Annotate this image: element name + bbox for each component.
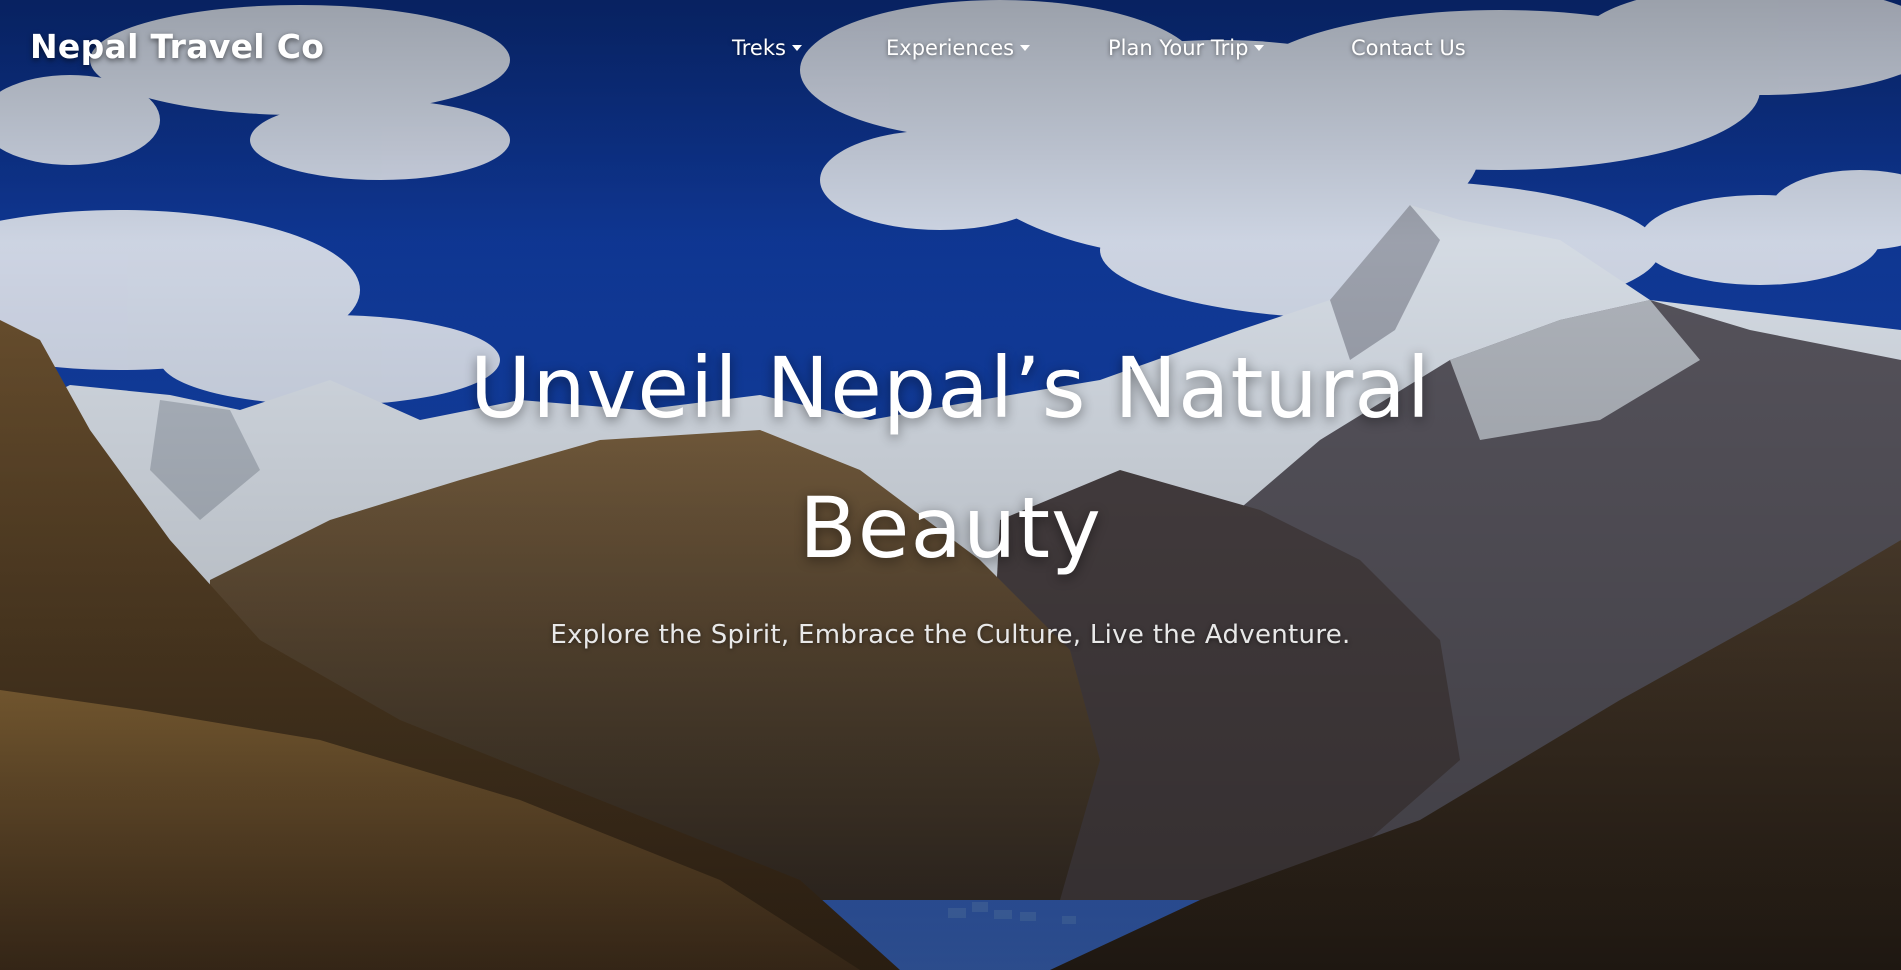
nav-item-contact-us[interactable]: Contact Us	[1351, 36, 1466, 60]
nav-item-label: Contact Us	[1351, 36, 1466, 60]
chevron-down-icon	[791, 45, 802, 51]
brand-logo-link[interactable]: Nepal Travel Co	[30, 27, 324, 66]
navbar: Nepal Travel Co Treks Experiences Plan Y…	[0, 0, 1901, 100]
hero-content: Unveil Nepal’s Natural Beauty Explore th…	[0, 318, 1901, 650]
hero-section: Nepal Travel Co Treks Experiences Plan Y…	[0, 0, 1901, 970]
nav-item-label: Experiences	[886, 36, 1015, 60]
hero-title: Unveil Nepal’s Natural Beauty	[469, 339, 1432, 577]
nav-item-experiences[interactable]: Experiences	[886, 36, 1031, 60]
nav-item-treks[interactable]: Treks	[732, 36, 802, 60]
nav-item-label: Treks	[732, 36, 786, 60]
nav-item-plan-your-trip[interactable]: Plan Your Trip	[1108, 36, 1265, 60]
nav-item-label: Plan Your Trip	[1108, 36, 1249, 60]
chevron-down-icon	[1254, 45, 1265, 51]
hero-subtitle: Explore the Spirit, Embrace the Culture,…	[550, 620, 1351, 650]
chevron-down-icon	[1020, 45, 1031, 51]
